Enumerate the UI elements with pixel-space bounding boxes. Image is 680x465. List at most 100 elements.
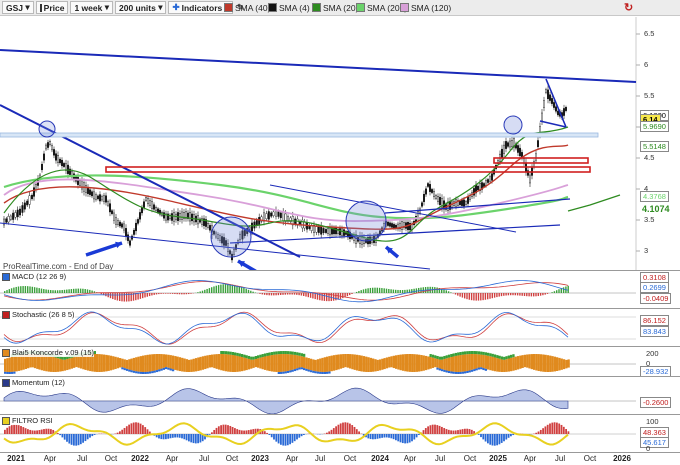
koncorde-orange-bar-low [181, 364, 183, 371]
koncorde-blue-bar [446, 371, 448, 373]
koncorde-orange-bar-low [255, 364, 257, 367]
symbol-selector[interactable]: GSJ ▾ [2, 1, 34, 14]
rsi-bar [294, 434, 296, 441]
candle-body [24, 203, 26, 209]
koncorde-orange-bar [342, 354, 344, 364]
symbol-label: GSJ [6, 3, 23, 13]
koncorde-orange-bar-low [45, 364, 47, 371]
candle-body [209, 225, 211, 230]
koncorde-orange-bar-low [535, 364, 537, 370]
highlight-circle-2 [211, 217, 251, 257]
candle-body [563, 108, 565, 115]
price-tick-label: 4.5 [644, 153, 654, 162]
time-axis-label: Apr [404, 454, 416, 463]
candle-body [117, 220, 119, 224]
koncorde-orange-bar-low [480, 364, 482, 367]
koncorde-blue-bar [439, 368, 441, 370]
koncorde-blue-bar [319, 372, 321, 374]
rsi-bar [448, 430, 450, 434]
rsi-bar [239, 430, 241, 434]
macd-histogram-bar [59, 290, 60, 293]
rsi-bar [41, 430, 43, 434]
price-tick-label: 3.5 [644, 215, 654, 224]
koncorde-orange-bar [354, 354, 356, 364]
koncorde-orange-bar-low [310, 364, 312, 370]
rsi-bar [16, 425, 18, 434]
koncorde-orange-bar-low [280, 364, 282, 372]
koncorde-orange-bar-low [561, 364, 563, 370]
koncorde-blue-bar [469, 370, 471, 372]
koncorde-green-bar [298, 353, 300, 356]
macd-histogram-bar [165, 293, 166, 294]
rsi-bar [503, 434, 505, 441]
koncorde-orange-bar [565, 360, 567, 364]
price-axis[interactable]: 6.565.554.543.536.18006.145.96905.51484.… [636, 17, 680, 270]
units-label: 200 units [119, 3, 156, 13]
legend-label: SMA (4) [279, 3, 310, 13]
koncorde-green-bar [273, 352, 275, 355]
koncorde-orange-bar-low [89, 364, 91, 371]
rsi-bar [462, 429, 464, 434]
legend-chip-4[interactable]: SMA (120) [398, 1, 454, 14]
koncorde-orange-bar [395, 355, 397, 364]
koncorde-orange-bar [487, 356, 489, 364]
candle-body [435, 195, 437, 198]
koncorde-blue-bar [294, 369, 296, 371]
koncorde-orange-bar-low [526, 364, 528, 368]
koncorde-orange-bar-low [333, 364, 335, 371]
koncorde-orange-bar [328, 356, 330, 364]
price-type-selector[interactable]: Price [36, 1, 69, 14]
koncorde-orange-bar-low [379, 364, 381, 370]
momentum-panel[interactable]: Momentum (12) -0.2600 [0, 376, 680, 414]
koncorde-orange-bar-low [64, 364, 66, 371]
rsi-bar [386, 434, 388, 437]
macd-histogram-bar [285, 293, 286, 295]
time-axis-label: Apr [166, 454, 178, 463]
candle-body [15, 213, 17, 218]
koncorde-blue-bar [448, 371, 450, 373]
macd-histogram-bar [524, 293, 525, 296]
macd-histogram-bar [367, 288, 368, 293]
koncorde-orange-bar-low [400, 364, 402, 370]
rsi-bar [18, 425, 20, 434]
macd-histogram-bar [538, 293, 539, 296]
candle-body [125, 228, 127, 236]
koncorde-orange-bar-low [232, 364, 234, 372]
macd-histogram-bar [296, 293, 297, 295]
koncorde-orange-bar [407, 354, 409, 364]
candle-body [339, 229, 341, 235]
koncorde-orange-bar-low [160, 364, 162, 369]
rsi-bar [195, 434, 197, 443]
macd-histogram-bar [335, 293, 336, 300]
macd-histogram-bar [271, 293, 272, 295]
rsi-bar [455, 430, 457, 434]
legend-chip-1[interactable]: SMA (4) [266, 1, 313, 14]
candle-body [509, 141, 511, 147]
koncorde-orange-bar [446, 358, 448, 364]
koncorde-panel[interactable]: Blai5 Koncorde v.09 (15) 200 0 -28.932 [0, 346, 680, 376]
koncorde-orange-bar-low [554, 364, 556, 371]
rsi-bar [540, 430, 542, 434]
rsi-bar [62, 434, 64, 437]
koncorde-orange-bar-low [455, 364, 457, 372]
refresh-icon[interactable]: ↻ [622, 1, 635, 14]
time-axis[interactable]: 2021AprJulOct2022AprJulOct2023AprJulOct2… [0, 452, 680, 465]
rsi-bar [57, 433, 59, 434]
timeframe-selector[interactable]: 1 week ▾ [70, 1, 113, 14]
koncorde-orange-bar [427, 356, 429, 364]
price-badge: 4.1074 [640, 205, 672, 214]
macd-histogram-bar [494, 293, 495, 298]
koncorde-orange-bar [305, 357, 307, 364]
candle-body [49, 141, 51, 144]
koncorde-orange-bar-low [528, 364, 530, 368]
macd-panel[interactable]: MACD (12 26 9) 0.3108 0.2699 -0.0409 [0, 270, 680, 308]
rsi-bar [137, 423, 139, 434]
price-tick-label: 5.5 [644, 91, 654, 100]
macd-histogram-bar [324, 293, 325, 301]
units-selector[interactable]: 200 units ▾ [115, 1, 167, 14]
koncorde-orange-bar-low [43, 364, 45, 371]
price-panel[interactable]: ProRealTime.com - End of Day [0, 17, 680, 270]
stochastic-panel[interactable]: Stochastic (26 8 5) 86.152 83.843 [0, 308, 680, 346]
filtro-rsi-panel[interactable]: FILTRO RSI 100 48.363 45.617 0 [0, 414, 680, 452]
koncorde-orange-bar-low [103, 364, 105, 372]
